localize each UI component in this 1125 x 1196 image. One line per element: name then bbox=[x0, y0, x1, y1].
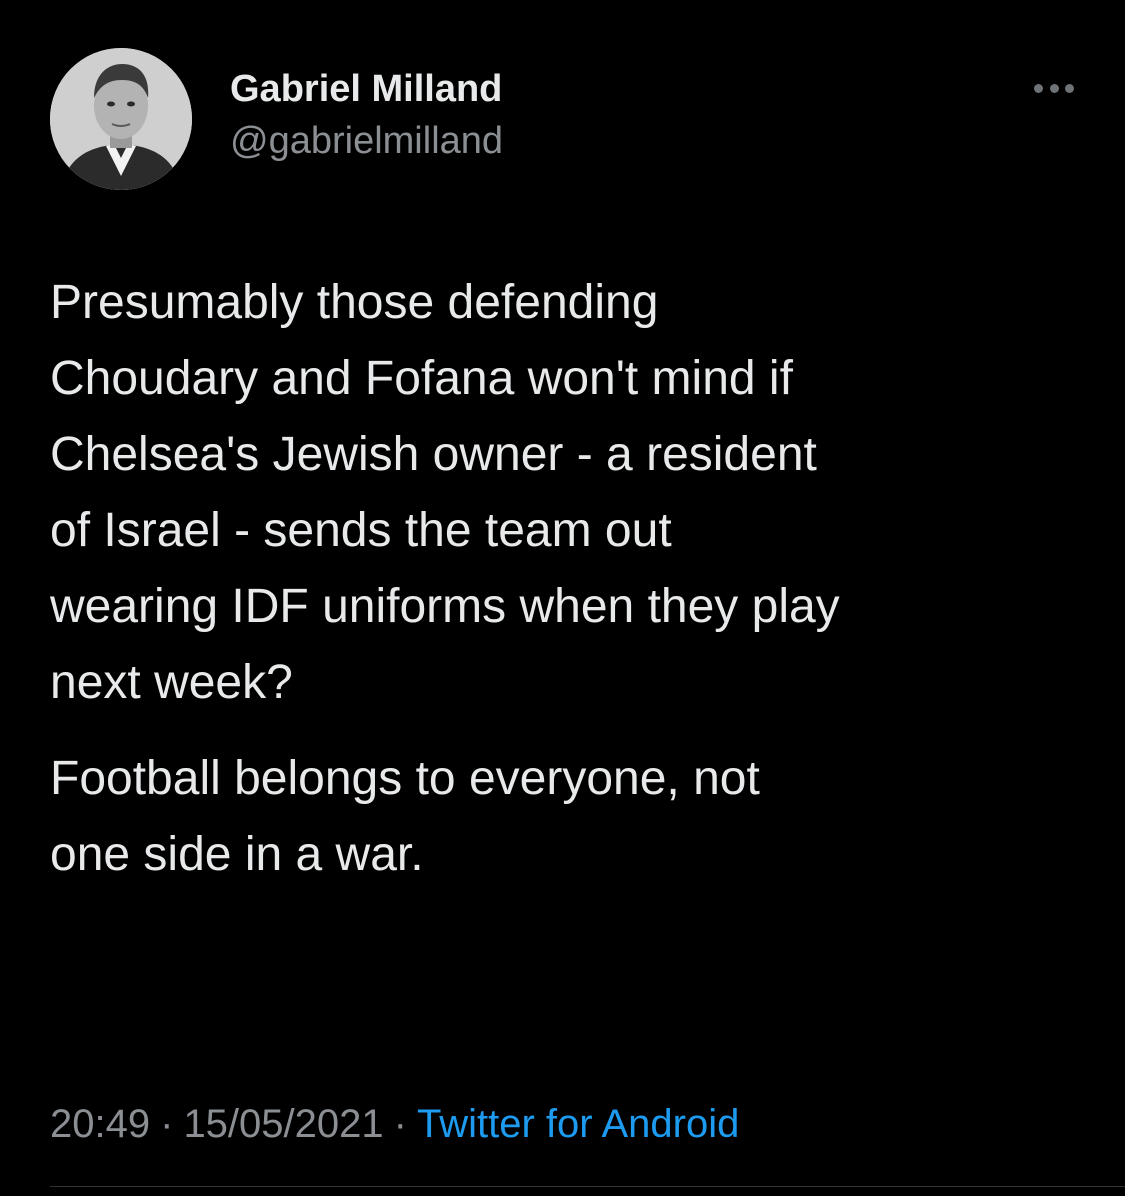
author-display-name[interactable]: Gabriel Milland bbox=[230, 66, 503, 112]
tweet-paragraph: Football belongs to everyone, not one si… bbox=[50, 752, 760, 881]
divider bbox=[50, 1186, 1125, 1187]
meta-separator: · bbox=[160, 1102, 174, 1146]
tweet-paragraph: Presumably those defending Choudary and … bbox=[50, 276, 840, 709]
more-options-icon[interactable] bbox=[1034, 78, 1074, 98]
avatar-image bbox=[50, 48, 192, 190]
meta-separator: · bbox=[393, 1102, 407, 1146]
more-dot bbox=[1065, 83, 1074, 93]
tweet-time[interactable]: 20:49 bbox=[50, 1102, 150, 1146]
tweet-text: Presumably those defending Choudary and … bbox=[50, 265, 1090, 893]
tweet-detail: Gabriel Milland @gabrielmilland Presumab… bbox=[0, 0, 1125, 1196]
more-dot bbox=[1049, 83, 1059, 93]
more-dot bbox=[1034, 83, 1043, 93]
author-names: Gabriel Milland @gabrielmilland bbox=[230, 66, 503, 164]
tweet-metadata: 20:49 · 15/05/2021 · Twitter for Android bbox=[50, 1098, 739, 1150]
avatar[interactable] bbox=[50, 48, 192, 190]
tweet-date[interactable]: 15/05/2021 bbox=[183, 1102, 383, 1146]
tweet-header: Gabriel Milland @gabrielmilland bbox=[50, 48, 1080, 193]
author-handle[interactable]: @gabrielmilland bbox=[230, 118, 503, 164]
tweet-source-link[interactable]: Twitter for Android bbox=[417, 1102, 739, 1146]
